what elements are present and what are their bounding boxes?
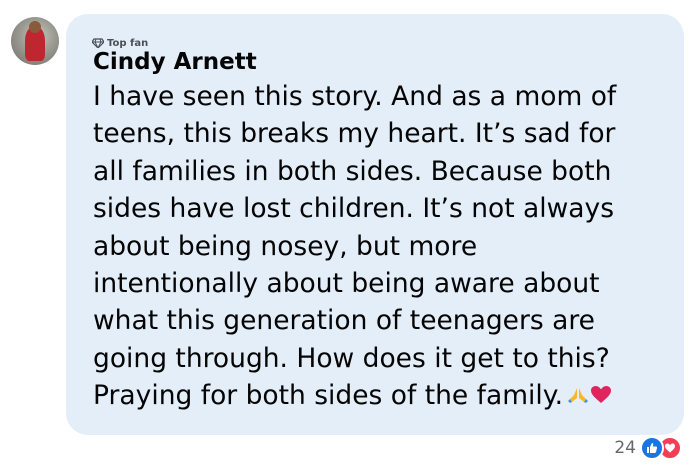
- comment-line: sides have lost children. It’s not alway…: [93, 193, 615, 225]
- top-fan-badge: Top fan: [92, 36, 148, 50]
- comment-line: all families in both sides. Because both: [93, 155, 612, 187]
- praying-hands-icon: [567, 378, 589, 415]
- comment-line: I have seen this story. And as a mom of: [93, 81, 617, 112]
- comment-text: I have seen this story. And as a mom of …: [93, 78, 673, 415]
- badge-label: Top fan: [107, 37, 149, 49]
- comment-line: Praying for both sides of the family.: [93, 380, 564, 412]
- comment-line: going through. How does it get to this?: [93, 342, 610, 374]
- diamond-icon: [92, 38, 104, 48]
- comment-line: about being nosey, but more: [93, 230, 478, 262]
- avatar-head: [29, 21, 41, 33]
- comment-line: intentionally about being aware about: [93, 268, 600, 300]
- comment-line: what this generation of teenagers are: [93, 305, 595, 337]
- author-name[interactable]: Cindy Arnett: [93, 49, 257, 75]
- comment-last-line: Praying for both sides of the family.: [93, 377, 673, 415]
- comment-view: Top fan Cindy Arnett I have seen this st…: [0, 0, 700, 468]
- reaction-count: 24: [614, 438, 636, 458]
- like-icon: [640, 436, 664, 460]
- comment-line: teens, this breaks my heart. It’s sad fo…: [93, 118, 616, 150]
- red-heart-icon: [590, 378, 612, 415]
- reaction-summary[interactable]: 24: [614, 436, 682, 460]
- avatar[interactable]: [11, 17, 59, 65]
